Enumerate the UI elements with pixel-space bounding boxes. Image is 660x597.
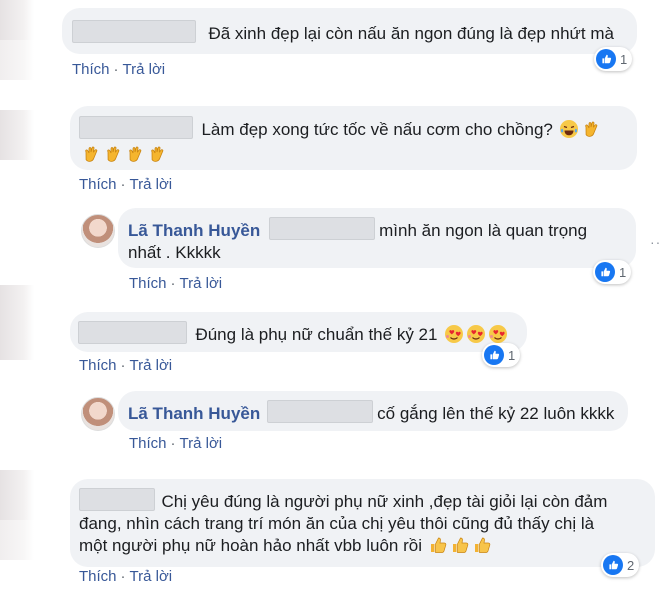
redacted-name bbox=[268, 217, 375, 240]
heart-eyes-emoji-icon bbox=[488, 324, 508, 344]
reply-bubble: Lã Thanh Huyền cố gắng lên thế kỷ 22 luô… bbox=[118, 391, 628, 431]
clapping-emoji-icon bbox=[103, 144, 123, 164]
thumbs-up-emoji-icon bbox=[450, 535, 470, 555]
clapping-emoji-icon bbox=[81, 144, 101, 164]
user-avatar[interactable] bbox=[81, 214, 115, 248]
commenter-name[interactable]: Lã Thanh Huyền bbox=[128, 221, 260, 240]
redacted-name bbox=[79, 116, 193, 139]
like-button[interactable]: Thích bbox=[72, 61, 110, 78]
redacted-name bbox=[79, 488, 155, 511]
reply-button[interactable]: Trả lời bbox=[180, 275, 223, 292]
comment-text: Chị yêu đúng là người phụ nữ xinh ,đẹp t… bbox=[161, 492, 608, 511]
comment-bubble: Chị yêu đúng là người phụ nữ xinh ,đẹp t… bbox=[70, 479, 655, 567]
clapping-emoji-icon bbox=[147, 144, 167, 164]
avatar-blur bbox=[0, 285, 34, 360]
user-avatar[interactable] bbox=[81, 397, 115, 431]
avatar-blur bbox=[0, 110, 34, 160]
reply-bubble: Lã Thanh Huyền mình ăn ngon là quan trọn… bbox=[118, 208, 636, 268]
more-options-icon[interactable]: ··· bbox=[650, 234, 660, 250]
comment-text: Đã xinh đẹp lại còn nấu ăn ngon đúng là … bbox=[208, 24, 614, 43]
comment-bubble: Đúng là phụ nữ chuẩn thế kỷ 21 bbox=[70, 312, 527, 352]
comment-text: một người phụ nữ hoàn hảo nhất vbb luôn … bbox=[79, 536, 422, 555]
comment-text: Làm đẹp xong tức tốc về nấu cơm cho chồn… bbox=[201, 120, 553, 139]
reply-button[interactable]: Trả lời bbox=[130, 568, 173, 585]
reaction-count[interactable]: 1 bbox=[482, 343, 521, 367]
avatar-blur bbox=[0, 470, 34, 520]
thumbs-up-emoji-icon bbox=[428, 535, 448, 555]
comment-text: nhất . Kkkkk bbox=[128, 243, 221, 262]
redacted-name bbox=[266, 400, 373, 423]
comment-actions: Thích · Trả lời bbox=[72, 61, 166, 78]
comment-text: mình ăn ngon là quan trọng bbox=[379, 221, 588, 240]
comment-actions: Thích · Trả lời bbox=[79, 357, 173, 374]
like-button[interactable]: Thích bbox=[79, 568, 117, 585]
reply-button[interactable]: Trả lời bbox=[123, 61, 166, 78]
heart-eyes-emoji-icon bbox=[466, 324, 486, 344]
comment-bubble: Đã xinh đẹp lại còn nấu ăn ngon đúng là … bbox=[62, 8, 637, 54]
like-button[interactable]: Thích bbox=[129, 275, 167, 292]
reaction-count[interactable]: 1 bbox=[593, 260, 632, 284]
reply-actions: Thích · Trả lời bbox=[129, 275, 223, 292]
like-icon bbox=[603, 555, 623, 575]
comment-bubble: Làm đẹp xong tức tốc về nấu cơm cho chồn… bbox=[70, 106, 637, 170]
avatar-blur bbox=[0, 520, 34, 560]
heart-eyes-emoji-icon bbox=[444, 324, 464, 344]
reply-actions: Thích · Trả lời bbox=[129, 435, 223, 452]
reply-button[interactable]: Trả lời bbox=[130, 176, 173, 193]
laughing-emoji-icon bbox=[559, 119, 579, 139]
like-icon bbox=[595, 262, 615, 282]
redacted-name bbox=[78, 321, 187, 344]
thumbs-up-emoji-icon bbox=[472, 535, 492, 555]
redacted-name bbox=[72, 20, 196, 43]
reply-button[interactable]: Trả lời bbox=[180, 435, 223, 452]
like-icon bbox=[484, 345, 504, 365]
reaction-count[interactable]: 1 bbox=[594, 47, 633, 71]
like-button[interactable]: Thích bbox=[129, 435, 167, 452]
commenter-name[interactable]: Lã Thanh Huyền bbox=[128, 404, 260, 423]
clapping-emoji-icon bbox=[125, 144, 145, 164]
avatar-blur bbox=[0, 0, 34, 40]
comment-text: Đúng là phụ nữ chuẩn thế kỷ 21 bbox=[195, 325, 438, 344]
comment-text: cố gắng lên thế kỷ 22 luôn kkkk bbox=[377, 404, 615, 423]
comment-actions: Thích · Trả lời bbox=[79, 568, 173, 585]
comment-actions: Thích · Trả lời bbox=[79, 176, 173, 193]
clapping-emoji-icon bbox=[581, 119, 601, 139]
like-button[interactable]: Thích bbox=[79, 357, 117, 374]
like-button[interactable]: Thích bbox=[79, 176, 117, 193]
comment-text: đang, nhìn cách trang trí món ăn của chị… bbox=[79, 514, 595, 533]
reaction-count[interactable]: 2 bbox=[601, 553, 640, 577]
like-icon bbox=[596, 49, 616, 69]
reply-button[interactable]: Trả lời bbox=[130, 357, 173, 374]
avatar-blur bbox=[0, 40, 34, 80]
